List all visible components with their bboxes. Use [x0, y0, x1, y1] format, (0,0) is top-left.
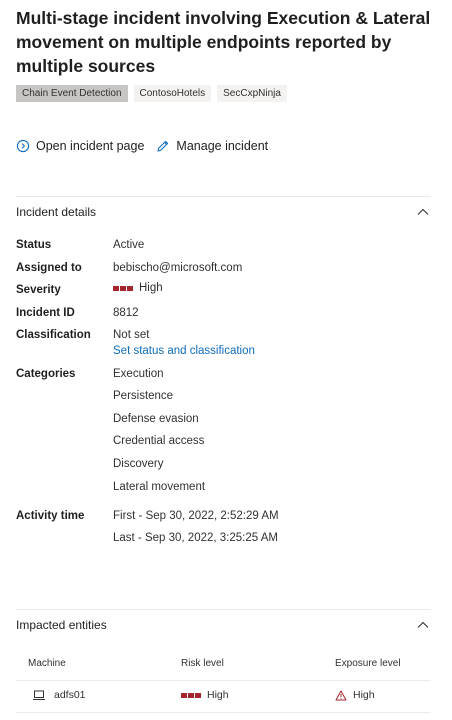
table-row[interactable]: adfs01 High High: [16, 681, 431, 709]
exposure-level-cell: High: [335, 689, 375, 701]
open-incident-page-button[interactable]: Open incident page: [16, 139, 144, 153]
activity-first-value: First - Sep 30, 2022, 2:52:29 AM: [113, 510, 279, 522]
severity-text: High: [139, 282, 163, 294]
table-row-divider: [16, 712, 431, 713]
classification-value: Not set: [113, 329, 150, 341]
tag-chain-event-detection: Chain Event Detection: [16, 85, 128, 102]
chevron-right-circle-icon: [16, 139, 30, 153]
risk-level-value: High: [207, 689, 229, 701]
incident-details-header[interactable]: Incident details: [16, 204, 431, 220]
severity-label: Severity: [16, 284, 61, 296]
assigned-to-label: Assigned to: [16, 262, 82, 274]
pencil-icon: [156, 139, 170, 153]
category-item: Defense evasion: [113, 413, 199, 425]
incident-details-title: Incident details: [16, 205, 97, 219]
category-item: Persistence: [113, 390, 174, 402]
chevron-up-icon[interactable]: [415, 204, 431, 220]
classification-label: Classification: [16, 329, 91, 341]
incident-actions: Open incident page Manage incident: [16, 139, 268, 153]
machine-cell[interactable]: adfs01: [32, 689, 86, 701]
set-status-classification-link[interactable]: Set status and classification: [113, 345, 255, 357]
activity-time-label: Activity time: [16, 510, 85, 522]
severity-bars-icon: [113, 285, 133, 291]
impacted-entities-header[interactable]: Impacted entities: [16, 617, 431, 633]
category-item: Credential access: [113, 435, 205, 447]
tag-seccxpninja: SecCxpNinja: [217, 85, 287, 102]
incident-id-value: 8812: [113, 307, 139, 319]
activity-last-value: Last - Sep 30, 2022, 3:25:25 AM: [113, 532, 278, 544]
risk-bars-icon: [181, 692, 201, 698]
manage-incident-label: Manage incident: [176, 139, 269, 153]
laptop-icon: [32, 690, 46, 701]
column-header-exposure-level[interactable]: Exposure level: [335, 658, 401, 669]
open-incident-page-label: Open incident page: [36, 139, 145, 153]
chevron-up-icon[interactable]: [415, 617, 431, 633]
assigned-to-value: bebischo@microsoft.com: [113, 262, 243, 274]
status-label: Status: [16, 239, 52, 251]
machine-name: adfs01: [54, 689, 86, 701]
tag-contoso-hotels: ContosoHotels: [133, 85, 212, 102]
exposure-level-value: High: [353, 689, 375, 701]
divider: [16, 609, 431, 610]
incident-tags: Chain Event Detection ContosoHotels SecC…: [16, 85, 287, 102]
category-item: Execution: [113, 368, 164, 380]
manage-incident-button[interactable]: Manage incident: [156, 139, 268, 153]
incident-title: Multi-stage incident involving Execution…: [16, 8, 431, 76]
severity-value: High: [113, 282, 163, 294]
category-item: Lateral movement: [113, 481, 206, 493]
category-item: Discovery: [113, 458, 164, 470]
status-value: Active: [113, 239, 145, 251]
incident-id-label: Incident ID: [16, 307, 75, 319]
risk-level-cell: High: [181, 689, 229, 701]
impacted-entities-title: Impacted entities: [16, 618, 107, 632]
column-header-machine[interactable]: Machine: [28, 658, 66, 669]
categories-label: Categories: [16, 368, 76, 380]
column-header-risk-level[interactable]: Risk level: [181, 658, 224, 669]
warning-triangle-icon: [335, 690, 347, 701]
divider: [16, 196, 431, 197]
